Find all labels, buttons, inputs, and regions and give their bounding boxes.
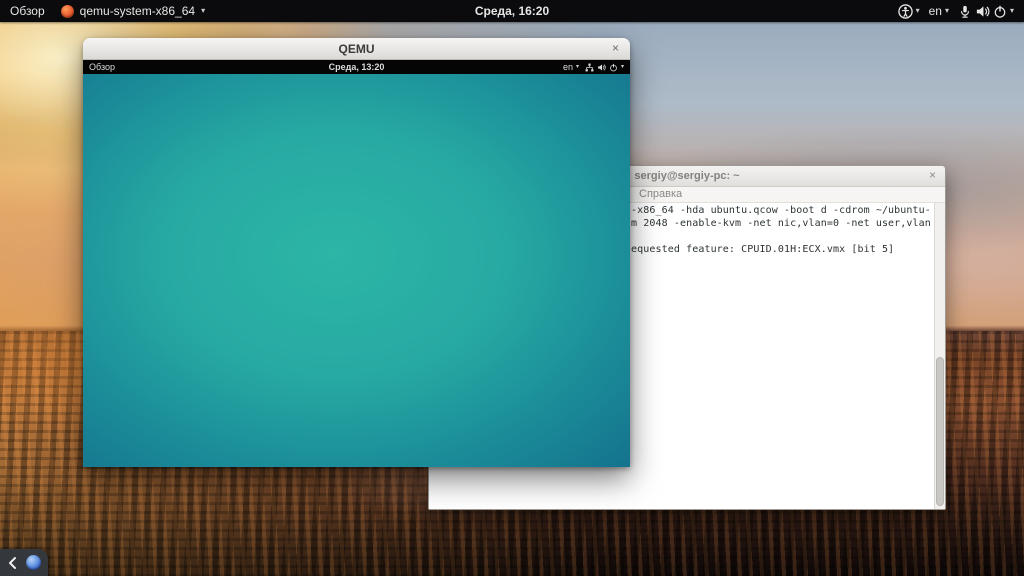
qemu-close-icon[interactable]: × xyxy=(612,42,619,54)
terminal-title: sergiy@sergiy-pc: ~ xyxy=(634,170,739,182)
chevron-down-icon: ▾ xyxy=(945,7,949,15)
terminal-output-text: -x86_64 -hda ubuntu.qcow -boot d -cdrom … xyxy=(631,204,931,256)
chevron-down-icon: ▾ xyxy=(201,7,205,15)
desktop: sergiy@sergiy-pc: ~ × Справка -x86_64 -h… xyxy=(0,0,1024,576)
terminal-scrollbar-thumb[interactable] xyxy=(936,357,944,506)
qemu-window-title: QEMU xyxy=(339,42,375,56)
guest-clock[interactable]: Среда, 13:20 xyxy=(83,62,630,72)
language-label: en xyxy=(929,4,942,18)
app-menu-label: qemu-system-x86_64 xyxy=(80,4,195,18)
host-topbar: Обзор qemu-system-x86_64 ▾ Среда, 16:20 … xyxy=(0,0,1024,22)
volume-icon xyxy=(975,4,990,19)
system-status-menu[interactable]: ▾ xyxy=(958,4,1014,19)
network-icon xyxy=(585,63,594,72)
terminal-output-line: -x86_64 -hda ubuntu.qcow -boot d -cdrom … xyxy=(631,204,931,217)
guest-language-menu[interactable]: en ▾ xyxy=(563,62,579,72)
terminal-close-icon[interactable]: × xyxy=(929,169,936,181)
chevron-down-icon: ▾ xyxy=(576,64,579,70)
terminal-output-line xyxy=(631,230,931,243)
accessibility-icon xyxy=(898,4,913,19)
terminal-menu-help[interactable]: Справка xyxy=(639,188,682,200)
chevron-down-icon: ▾ xyxy=(1010,7,1014,15)
microphone-icon xyxy=(958,4,972,19)
guest-activities-button[interactable]: Обзор xyxy=(89,62,115,72)
qemu-window: QEMU × Обзор Среда, 13:20 en ▾ xyxy=(83,38,630,467)
back-chevron-icon[interactable] xyxy=(7,556,17,570)
guest-desktop-display[interactable] xyxy=(83,74,630,467)
volume-icon xyxy=(597,63,606,72)
power-icon xyxy=(609,63,618,72)
guest-topbar: Обзор Среда, 13:20 en ▾ xyxy=(83,60,630,74)
qemu-app-icon xyxy=(61,5,74,18)
activities-button[interactable]: Обзор xyxy=(10,4,45,18)
chevron-down-icon: ▾ xyxy=(916,7,920,15)
terminal-output-line: m 2048 -enable-kvm -net nic,vlan=0 -net … xyxy=(631,217,931,230)
terminal-scrollbar[interactable] xyxy=(934,203,945,509)
power-icon xyxy=(993,4,1007,19)
accessibility-menu[interactable]: ▾ xyxy=(898,4,920,19)
language-menu[interactable]: en ▾ xyxy=(929,4,949,18)
app-menu-button[interactable]: qemu-system-x86_64 ▾ xyxy=(61,4,205,18)
browser-sphere-icon[interactable] xyxy=(26,555,41,570)
chevron-down-icon: ▾ xyxy=(621,64,624,70)
qemu-titlebar[interactable]: QEMU × xyxy=(83,38,630,60)
terminal-output-line: equested feature: CPUID.01H:ECX.vmx [bit… xyxy=(631,243,931,256)
bottom-nav-pill xyxy=(0,549,48,576)
guest-system-status-menu[interactable]: ▾ xyxy=(585,63,624,72)
